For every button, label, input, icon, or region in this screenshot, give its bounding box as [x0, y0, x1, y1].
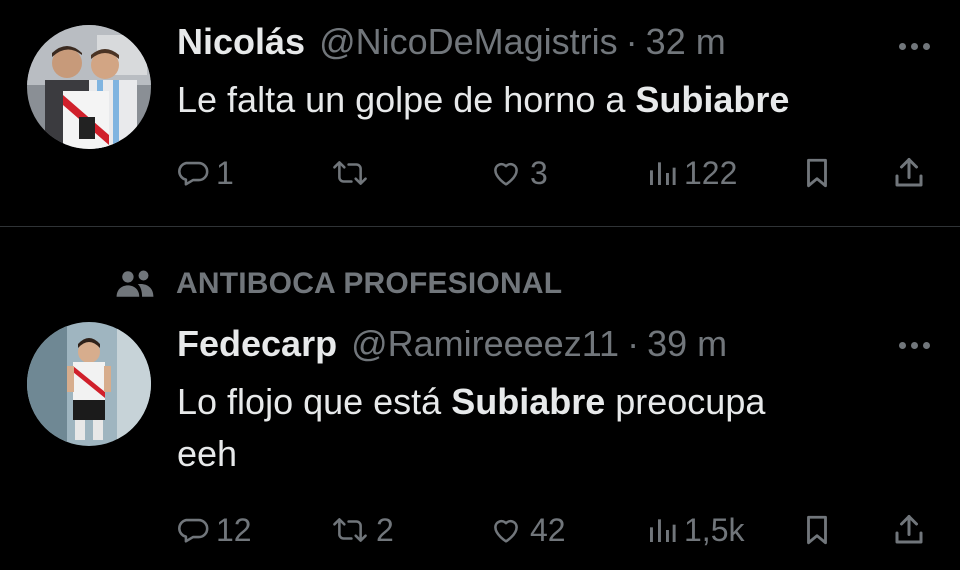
community-name: ANTIBOCA PROFESIONAL — [176, 267, 563, 300]
views-button[interactable]: 1,5k — [646, 510, 744, 550]
more-options-button[interactable] — [899, 43, 930, 50]
like-count: 3 — [530, 154, 548, 191]
reply-count: 12 — [216, 511, 252, 548]
like-button[interactable]: 42 — [488, 510, 566, 550]
action-bar: 1 3 122 — [0, 153, 960, 193]
share-icon — [895, 158, 923, 187]
views-count: 1,5k — [684, 511, 745, 548]
retweet-icon — [333, 518, 367, 542]
more-icon — [899, 342, 906, 349]
tweet-text-part: eeh — [177, 433, 238, 474]
tweet-text-part: preocupa — [605, 381, 766, 422]
tweet[interactable]: ANTIBOCA PROFESIONAL Fedecarp @Ramireeee… — [0, 226, 960, 570]
author-handle[interactable]: @Ramireeeez11 — [351, 323, 619, 365]
views-button[interactable]: 122 — [646, 153, 737, 193]
reply-icon — [178, 161, 209, 186]
tweet-header: Fedecarp @Ramireeeez11 · 39 m — [177, 323, 727, 365]
views-count: 122 — [684, 154, 738, 191]
tweet-text-part: Le falta un golpe de horno a — [177, 79, 636, 120]
separator-dot: · — [625, 21, 638, 62]
more-icon — [899, 43, 906, 50]
avatar[interactable] — [27, 25, 151, 149]
retweet-count: 2 — [376, 511, 394, 548]
author-name[interactable]: Nicolás — [177, 21, 305, 63]
tweet-text: Le falta un golpe de horno a Subiabre — [177, 74, 907, 126]
share-button[interactable] — [890, 153, 928, 193]
reply-icon — [178, 518, 209, 543]
retweet-button[interactable] — [330, 153, 376, 193]
action-bar: 12 2 42 1,5k — [0, 510, 960, 550]
tweet-text-part: Lo flojo que está — [177, 381, 452, 422]
community-icon — [113, 267, 159, 301]
more-options-button[interactable] — [899, 342, 930, 349]
timestamp[interactable]: 39 m — [647, 323, 727, 365]
bookmark-button[interactable] — [800, 510, 834, 550]
tweet-text: Lo flojo que está Subiabre preocupa eeh — [177, 376, 907, 480]
bookmark-icon — [807, 515, 827, 545]
author-handle[interactable]: @NicoDeMagistris — [319, 21, 618, 63]
retweet-icon — [333, 161, 367, 185]
reply-count: 1 — [216, 154, 234, 191]
community-context[interactable]: ANTIBOCA PROFESIONAL — [113, 264, 562, 304]
author-name[interactable]: Fedecarp — [177, 323, 337, 365]
reply-button[interactable]: 12 — [176, 510, 252, 550]
reply-button[interactable]: 1 — [176, 153, 234, 193]
avatar[interactable] — [27, 322, 151, 446]
timestamp[interactable]: 32 m — [646, 21, 726, 63]
like-button[interactable]: 3 — [488, 153, 548, 193]
separator-dot: · — [627, 323, 640, 364]
retweet-button[interactable]: 2 — [330, 510, 394, 550]
like-count: 42 — [530, 511, 566, 548]
views-icon — [650, 162, 676, 185]
views-icon — [650, 519, 676, 542]
tweet-text-bold: Subiabre — [451, 381, 606, 422]
share-button[interactable] — [890, 510, 928, 550]
avatar-image — [27, 25, 151, 149]
tweet-text-bold: Subiabre — [635, 79, 790, 120]
avatar-image — [27, 322, 151, 446]
like-icon — [494, 162, 518, 186]
share-icon — [895, 515, 923, 544]
bookmark-button[interactable] — [800, 153, 834, 193]
tweet[interactable]: Nicolás @NicoDeMagistris · 32 m Le falta… — [0, 0, 960, 226]
like-icon — [494, 519, 518, 543]
tweet-header: Nicolás @NicoDeMagistris · 32 m — [177, 21, 726, 63]
bookmark-icon — [807, 158, 827, 188]
